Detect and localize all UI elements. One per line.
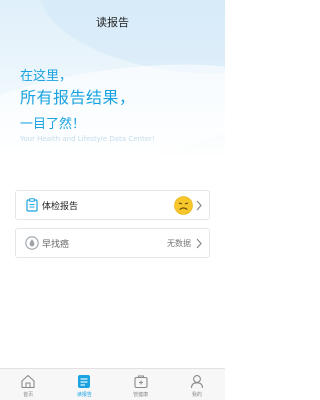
page-title: 读报告 (96, 16, 129, 29)
tab-my[interactable]: 我的 (169, 369, 225, 400)
tab-home[interactable]: 首页 (0, 369, 56, 400)
hero-subtitle: Your Health and Lifestyle Data Center! (20, 135, 155, 143)
tab-label: 读报告 (76, 392, 92, 398)
chevron-right-icon (196, 238, 202, 249)
clipboard-icon (26, 198, 38, 212)
home-icon (21, 374, 35, 389)
card-value: 无数据 (167, 239, 191, 248)
physical-exam-report-card[interactable]: 体检报告 (15, 190, 210, 220)
tab-label: 首页 (23, 392, 34, 398)
hero-line-3: 一目了然！ (20, 117, 86, 132)
hero-line-2: 所有报告结果， (20, 88, 136, 107)
drop-search-icon (25, 236, 39, 250)
tab-label: 管健康 (133, 392, 149, 398)
card-label: 体检报告 (42, 202, 79, 212)
report-icon (78, 375, 91, 388)
hero-line-1: 在这里， (20, 69, 73, 84)
user-icon (190, 375, 203, 389)
bottom-tab-bar: 首页 读报告 管健康 我的 (0, 368, 225, 400)
chevron-right-icon (196, 200, 202, 211)
tab-read-report[interactable]: 读报告 (56, 369, 112, 400)
sad-face-icon (174, 196, 193, 215)
tab-manage-health[interactable]: 管健康 (113, 369, 169, 400)
tab-label: 我的 (191, 392, 202, 398)
card-label: 早找癌 (42, 240, 70, 250)
health-box-icon (134, 375, 148, 389)
early-cancer-screening-card[interactable]: 早找癌 无数据 (15, 228, 210, 258)
